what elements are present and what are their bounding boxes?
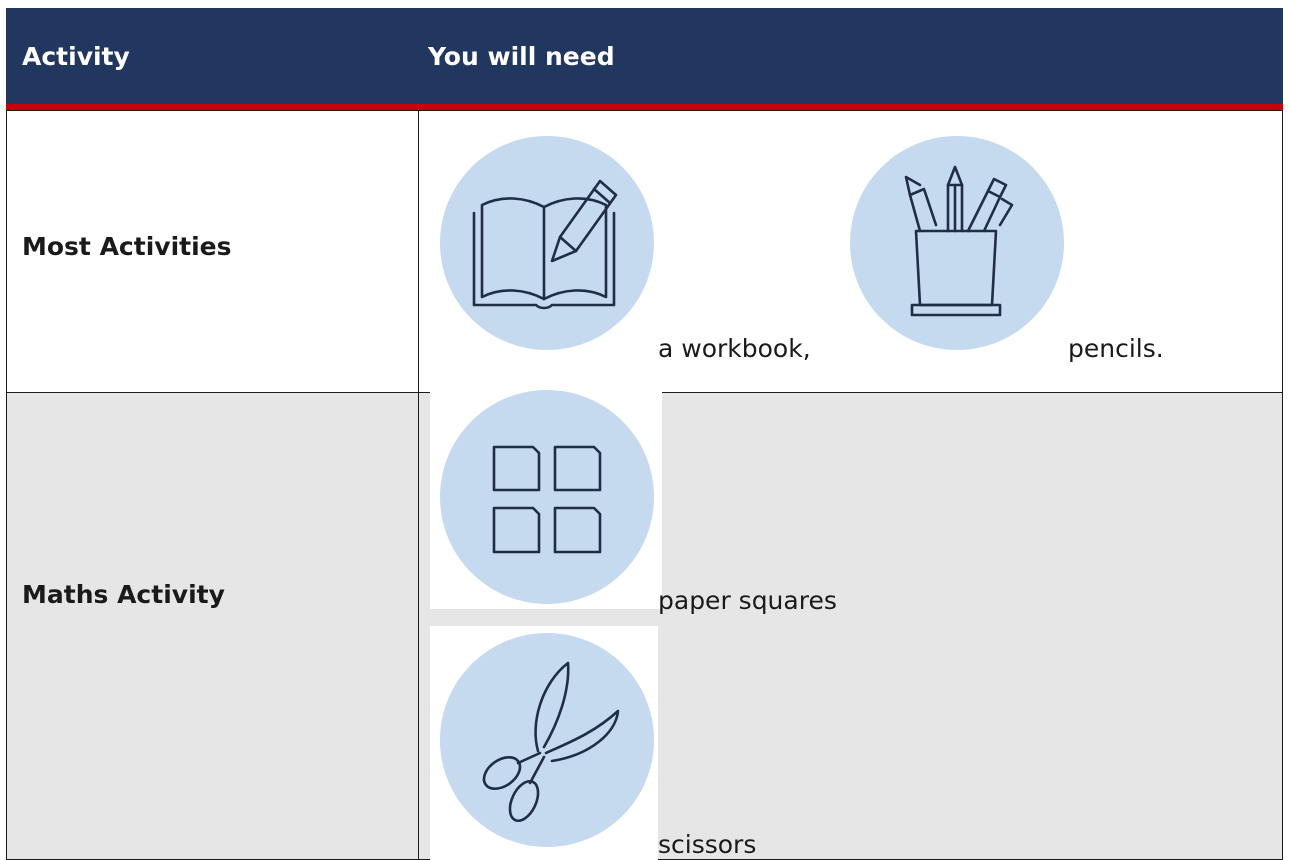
workbook-icon (440, 133, 655, 357)
row-activity-label: Maths Activity (22, 580, 225, 609)
pencils-icon (850, 133, 1065, 357)
column-divider (418, 392, 419, 860)
materials-table: Activity You will need Most Activities a… (6, 8, 1283, 860)
header-activity: Activity (22, 41, 130, 71)
item-text-scissors: scissors (658, 830, 757, 859)
item-text-workbook: a workbook, (658, 334, 811, 363)
scissors-icon (440, 633, 654, 852)
header-you-will-need: You will need (428, 41, 615, 71)
table-header: Activity You will need (6, 8, 1283, 104)
item-text-pencils: pencils. (1068, 334, 1164, 363)
row-activity-label: Most Activities (22, 232, 232, 261)
item-text-paper-squares: paper squares (658, 586, 837, 615)
column-divider (418, 110, 419, 392)
paper-squares-icon (440, 390, 655, 609)
